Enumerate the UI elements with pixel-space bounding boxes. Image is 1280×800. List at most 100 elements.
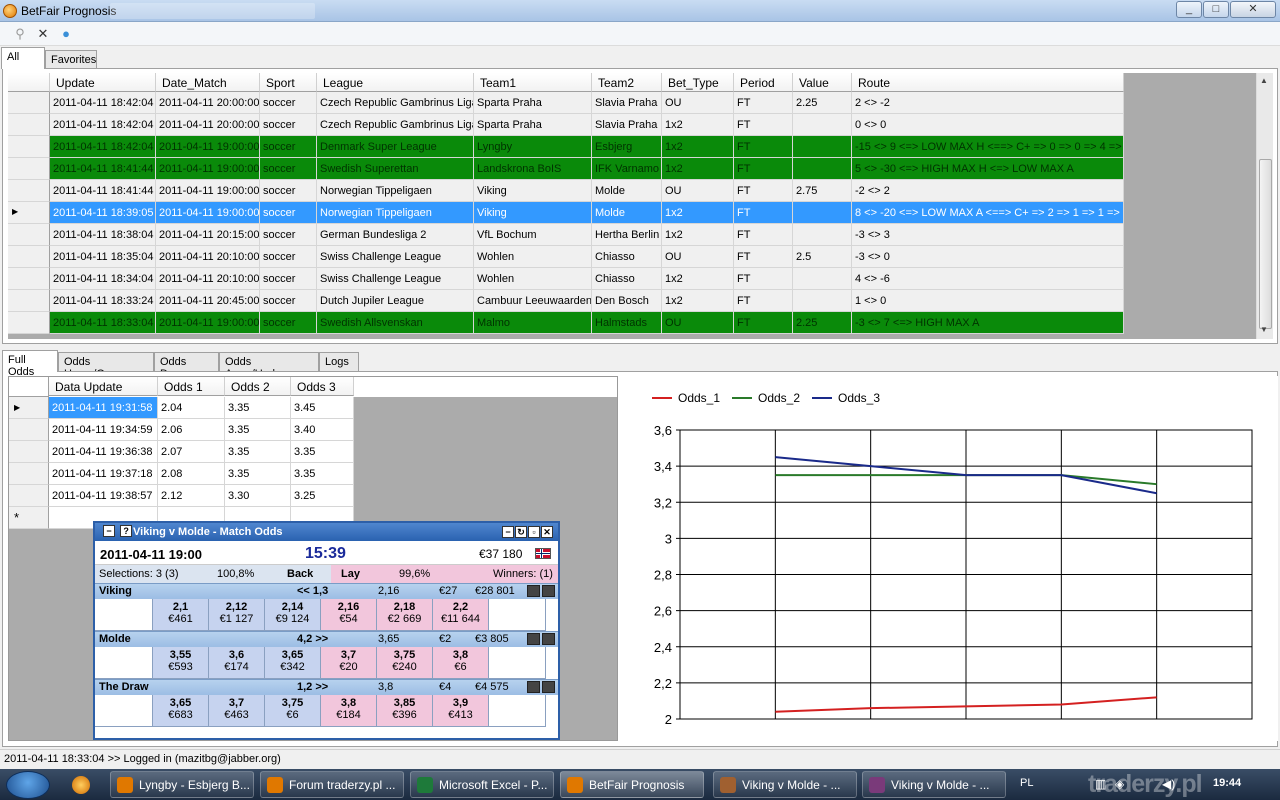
cell-period[interactable]: FT [734, 92, 793, 114]
odds-cell[interactable]: 2.06 [158, 419, 225, 441]
cell-bet-type[interactable]: 1x2 [662, 224, 734, 246]
cell-route[interactable]: 1 <> 0 [852, 290, 1124, 312]
taskbar-item[interactable]: Microsoft Excel - P... [410, 771, 554, 798]
minimize-button[interactable]: _ [1176, 1, 1202, 18]
cell-date-match[interactable]: 2011-04-11 19:00:00 [156, 202, 260, 224]
col-header-sport[interactable]: Sport [260, 73, 317, 92]
row-header[interactable] [8, 136, 50, 158]
taskbar-item[interactable]: Lyngby - Esbjerg B... [110, 771, 254, 798]
cell-date-match[interactable]: 2011-04-11 20:00:00 [156, 114, 260, 136]
cell-team1[interactable]: Malmo [474, 312, 592, 334]
chat-icon[interactable]: ● [58, 26, 74, 42]
cell-sport[interactable]: soccer [260, 202, 317, 224]
cell-team2[interactable]: Den Bosch [592, 290, 662, 312]
cell-update[interactable]: 2011-04-11 18:35:04 [50, 246, 156, 268]
table-row[interactable]: 2011-04-11 18:42:04 2011-04-11 20:00:00 so… [8, 92, 1124, 114]
cell-bet-type[interactable]: OU [662, 246, 734, 268]
back-price-cell[interactable]: 2,12 €1 127 [209, 599, 265, 631]
cell-date-match[interactable]: 2011-04-11 20:15:00 [156, 224, 260, 246]
runner-bar[interactable]: Molde 4,2 >> 3,65 €2 €3 805 [95, 631, 558, 647]
back-price-cell[interactable]: 3,65 €683 [153, 695, 209, 727]
odds-cell[interactable]: 3.35 [225, 397, 291, 419]
cell-date-match[interactable]: 2011-04-11 19:00:00 [156, 158, 260, 180]
odds-cell[interactable]: 2011-04-11 19:34:59 [49, 419, 158, 441]
lay-price-cell[interactable]: 2,18 €2 669 [377, 599, 433, 631]
row-header[interactable] [9, 463, 49, 485]
cell-sport[interactable]: soccer [260, 224, 317, 246]
cell-route[interactable]: -2 <> 2 [852, 180, 1124, 202]
current-row-marker[interactable]: ▶ [9, 397, 49, 419]
help-icon[interactable]: ? [120, 525, 133, 537]
odds-cell[interactable]: 3.30 [225, 485, 291, 507]
tab-favorites[interactable]: Favorites [45, 50, 97, 70]
cell-team2[interactable]: Molde [592, 202, 662, 224]
cell-team2[interactable]: Esbjerg [592, 136, 662, 158]
cell-value[interactable] [793, 268, 852, 290]
cell-sport[interactable]: soccer [260, 158, 317, 180]
tools-icon[interactable]: ✕ [35, 26, 51, 42]
back-price-cell[interactable]: 3,6 €174 [209, 647, 265, 679]
cell-date-match[interactable]: 2011-04-11 19:00:00 [156, 136, 260, 158]
row-header[interactable] [8, 268, 50, 290]
table-row[interactable]: 2011-04-11 18:41:44 2011-04-11 19:00:00 so… [8, 180, 1124, 202]
cell-bet-type[interactable]: 1x2 [662, 158, 734, 180]
odds-cell[interactable]: 3.35 [225, 419, 291, 441]
cell-route[interactable]: 0 <> 0 [852, 114, 1124, 136]
row-header[interactable] [9, 441, 49, 463]
back-price-cell[interactable]: 3,65 €342 [265, 647, 321, 679]
tab-odds-home-over[interactable]: Odds Home/Over [58, 352, 154, 380]
cell-bet-type[interactable]: 1x2 [662, 136, 734, 158]
cell-sport[interactable]: soccer [260, 290, 317, 312]
cell-value[interactable] [793, 224, 852, 246]
maximize-button[interactable]: □ [1203, 1, 1229, 18]
close-button[interactable]: ✕ [1230, 1, 1276, 18]
cell-bet-type[interactable]: 1x2 [662, 290, 734, 312]
cell-bet-type[interactable]: 1x2 [662, 268, 734, 290]
lay-price-cell[interactable]: 2,2 €11 644 [433, 599, 489, 631]
cell-update[interactable]: 2011-04-11 18:41:44 [50, 180, 156, 202]
cell-team1[interactable]: Viking [474, 180, 592, 202]
cell-value[interactable] [793, 114, 852, 136]
cell-sport[interactable]: soccer [260, 246, 317, 268]
lay-price-cell[interactable]: 3,8 €184 [321, 695, 377, 727]
cell-period[interactable]: FT [734, 136, 793, 158]
cell-value[interactable] [793, 290, 852, 312]
runner-chart-icon[interactable] [527, 585, 540, 597]
cell-sport[interactable]: soccer [260, 136, 317, 158]
odds-row[interactable]: 2011-04-11 19:34:59 2.06 3.35 3.40 [9, 419, 617, 441]
odds-cell[interactable]: 3.35 [291, 441, 354, 463]
runner-bar[interactable]: The Draw 1,2 >> 3,8 €4 €4 575 [95, 679, 558, 695]
lay-price-cell[interactable]: 3,85 €396 [377, 695, 433, 727]
odds-row[interactable]: 2011-04-11 19:37:18 2.08 3.35 3.35 [9, 463, 617, 485]
cell-date-match[interactable]: 2011-04-11 19:00:00 [156, 312, 260, 334]
table-row[interactable]: 2011-04-11 18:33:04 2011-04-11 19:00:00 so… [8, 312, 1124, 334]
cell-team2[interactable]: Halmstads [592, 312, 662, 334]
odds-cell[interactable]: 2.08 [158, 463, 225, 485]
cell-sport[interactable]: soccer [260, 114, 317, 136]
cell-sport[interactable]: soccer [260, 180, 317, 202]
cell-route[interactable]: 8 <> -20 <=> LOW MAX A <==> C+ => 2 => 1… [852, 202, 1124, 224]
odds-row[interactable]: 2011-04-11 19:38:57 2.12 3.30 3.25 [9, 485, 617, 507]
cell-period[interactable]: FT [734, 268, 793, 290]
odds-cell[interactable]: 3.25 [291, 485, 354, 507]
odds-cell[interactable]: 3.35 [225, 463, 291, 485]
cell-team2[interactable]: Slavia Praha [592, 114, 662, 136]
cell-update[interactable]: 2011-04-11 18:34:04 [50, 268, 156, 290]
cell-period[interactable]: FT [734, 114, 793, 136]
cell-league[interactable]: Denmark Super League [317, 136, 474, 158]
table-row[interactable]: 2011-04-11 18:34:04 2011-04-11 20:10:00 so… [8, 268, 1124, 290]
taskbar-item[interactable]: Forum traderzy.pl ... [260, 771, 404, 798]
table-row[interactable]: 2011-04-11 18:42:04 2011-04-11 20:00:00 so… [8, 114, 1124, 136]
odds-row[interactable]: ▶ 2011-04-11 19:31:58 2.04 3.35 3.45 [9, 397, 617, 419]
row-header[interactable] [8, 246, 50, 268]
cell-team1[interactable]: Wohlen [474, 246, 592, 268]
cell-update[interactable]: 2011-04-11 18:33:04 [50, 312, 156, 334]
cell-bet-type[interactable]: 1x2 [662, 114, 734, 136]
odds-cell[interactable]: 3.45 [291, 397, 354, 419]
table-row[interactable]: 2011-04-11 18:39:052011-04-11 19:00:00so… [8, 202, 1124, 224]
tab-logs[interactable]: Logs [319, 352, 359, 372]
back-price-cell[interactable]: 3,55 €593 [153, 647, 209, 679]
cell-update[interactable]: 2011-04-11 18:33:24 [50, 290, 156, 312]
cell-date-match[interactable]: 2011-04-11 20:10:00 [156, 246, 260, 268]
cell-update[interactable]: 2011-04-11 18:38:04 [50, 224, 156, 246]
